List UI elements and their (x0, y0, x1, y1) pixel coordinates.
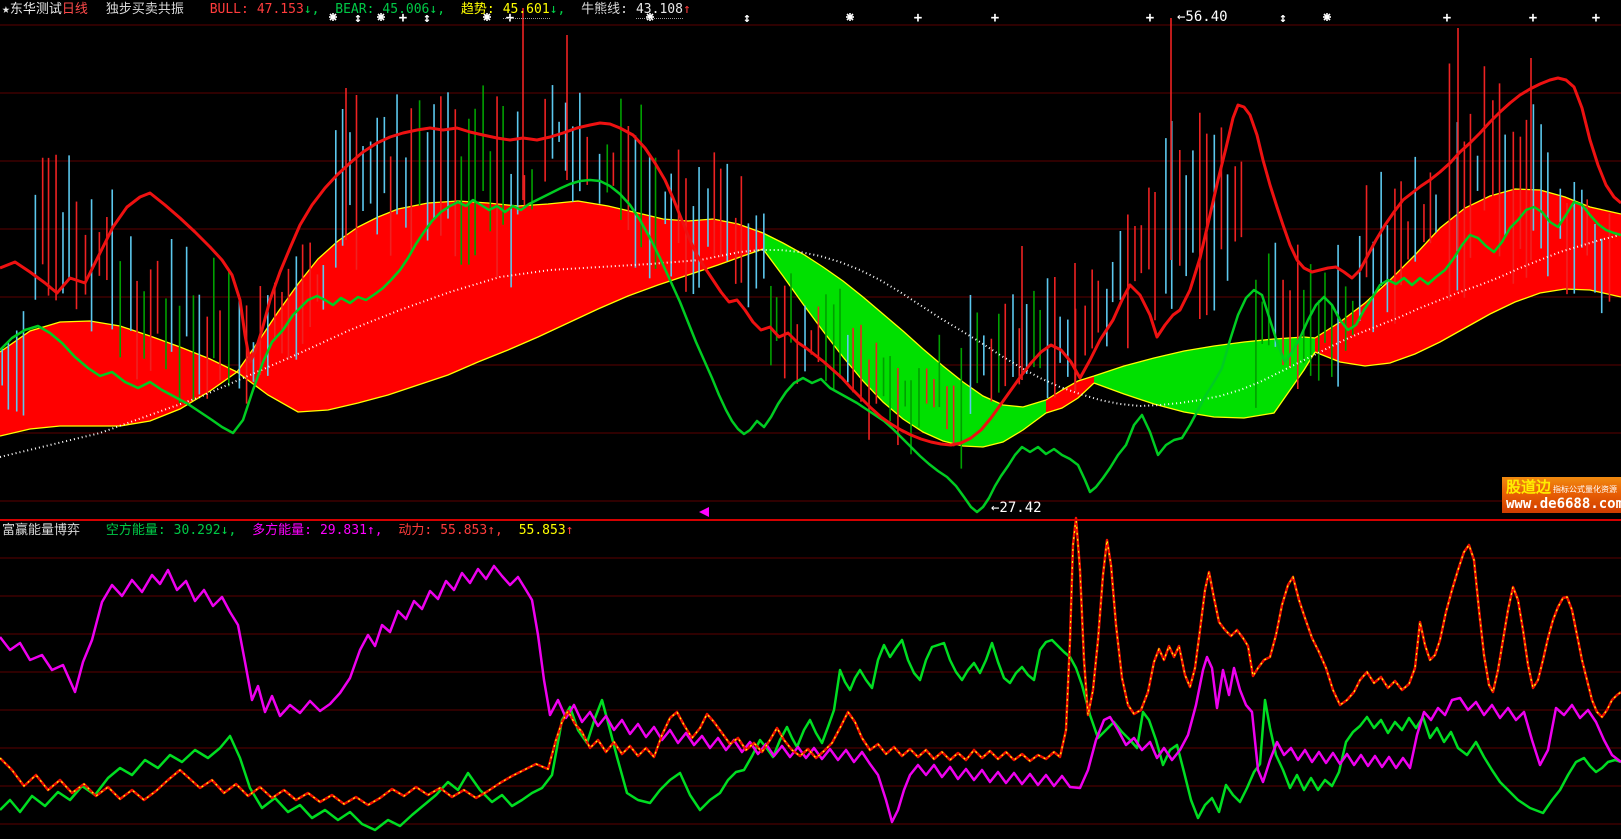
strategy-name: 独步买卖共振 (106, 2, 184, 18)
plus-signal-icon: + (914, 10, 922, 26)
watermark-brand: 股道边 (1506, 479, 1551, 496)
bull-value: 47.153 (257, 2, 304, 18)
bullbear-line-label: 牛熊线: (581, 2, 628, 18)
updown-arrow-signal-icon: ↕ (743, 11, 751, 26)
short-energy-arrow-down-icon: ↓, (221, 523, 237, 538)
plus-signal-icon: + (991, 10, 999, 26)
bullbear-line-value: 43.108 (636, 2, 683, 19)
main-panel-header: ★东华测试日线独步买卖共振 BULL:47.153↓, BEAR:45.006↓… (2, 2, 691, 18)
bull-label: BULL: (210, 2, 249, 18)
bear-value: 45.006 (382, 2, 429, 18)
star-signal-icon (846, 13, 854, 21)
long-energy-value: 29.831 (320, 523, 367, 538)
plus-signal-icon: + (1443, 10, 1451, 26)
watermark-url: www.de6688.com (1506, 496, 1621, 512)
short-energy-value: 30.292 (174, 523, 221, 538)
power2-arrow-up-icon: ↑ (566, 523, 574, 538)
star-signal-icon (1323, 13, 1331, 21)
indicator-title[interactable]: 富赢能量博弈 (2, 523, 80, 538)
plus-signal-icon: + (1592, 10, 1600, 26)
energy-panel-header: 富赢能量博弈 空方能量:30.292↓, 多方能量:29.831↑, 动力:55… (2, 523, 573, 539)
bear-arrow-down-icon: ↓, (429, 2, 445, 18)
panel-separator[interactable] (0, 519, 1621, 521)
plus-signal-icon: + (1146, 10, 1154, 26)
trading-app-window: ↕↕↕↕++++++++←56.40←27.42 ★东华测试日线独步买卖共振 B… (0, 0, 1621, 839)
bull-arrow-down-icon: ↓, (304, 2, 320, 18)
watermark-tagline: 指标公式量化资源 (1553, 484, 1617, 496)
trend-arrow-down-icon: ↓, (550, 2, 566, 18)
trend-value: 45.601 (503, 2, 550, 19)
price-annotation: ←27.42 (991, 500, 1042, 516)
short-energy-label: 空方能量: (106, 523, 166, 538)
trend-label: 趋势: (461, 2, 495, 18)
price-annotation: ←56.40 (1177, 9, 1228, 25)
updown-arrow-signal-icon: ↕ (1279, 11, 1287, 26)
power-value: 55.853 (440, 523, 487, 538)
long-energy-arrow-up-icon: ↑, (367, 523, 383, 538)
price-and-energy-chart[interactable]: ↕↕↕↕++++++++←56.40←27.42 (0, 0, 1621, 839)
stock-name[interactable]: ★东华测试 (2, 2, 62, 18)
period-label[interactable]: 日线 (62, 2, 88, 18)
plus-signal-icon: + (1529, 10, 1537, 26)
power-arrow-up-icon: ↑, (487, 523, 503, 538)
bullbear-arrow-up-icon: ↑ (683, 2, 691, 18)
power-label: 动力: (398, 523, 432, 538)
long-energy-label: 多方能量: (252, 523, 312, 538)
bear-label: BEAR: (335, 2, 374, 18)
watermark-ad: 股道边 指标公式量化资源 www.de6688.com (1502, 477, 1621, 513)
power2-value: 55.853 (519, 523, 566, 538)
